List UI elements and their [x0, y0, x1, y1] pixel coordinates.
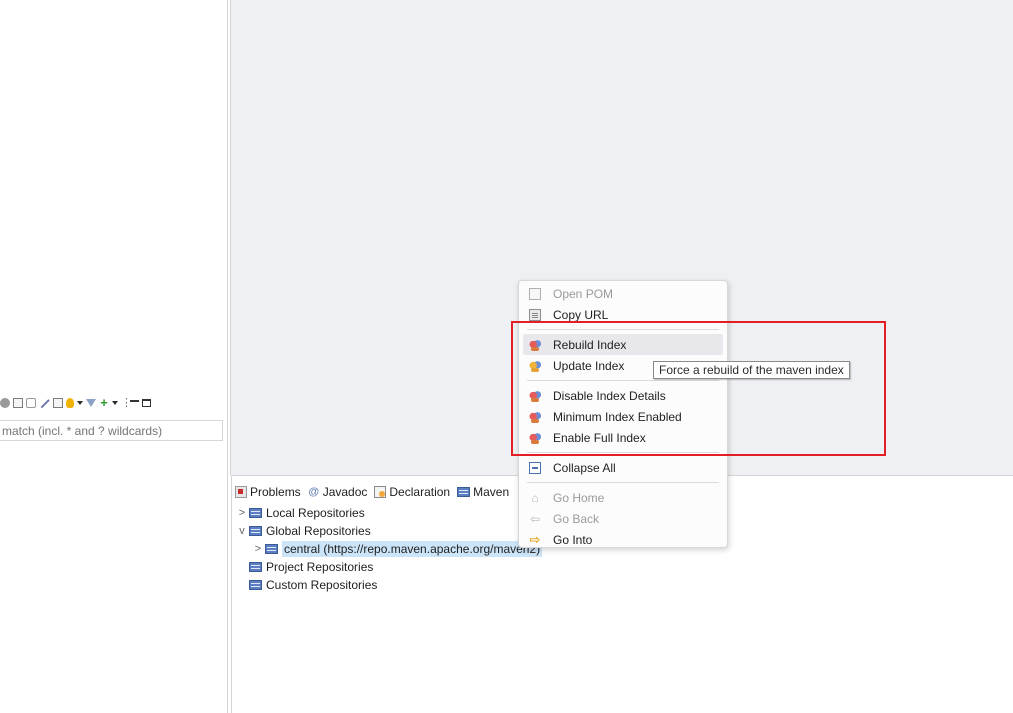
menu-item-go-home[interactable]: ⌂ Go Home — [519, 487, 727, 508]
outline-panel: + ⋮ — [0, 0, 228, 713]
bulb-icon[interactable] — [66, 398, 74, 408]
menu-item-label: Open POM — [553, 286, 614, 301]
menu-item-label: Disable Index Details — [553, 388, 666, 403]
pom-file-icon — [529, 287, 541, 300]
filter-input[interactable] — [0, 420, 223, 441]
expand-arrow-icon[interactable]: > — [251, 543, 265, 555]
menu-item-minimum-index-enabled[interactable]: Minimum Index Enabled — [519, 406, 727, 427]
tree-item-label: central (https://repo.maven.apache.org/m… — [282, 541, 543, 557]
pencil-icon[interactable] — [39, 397, 50, 409]
tree-item-label: Global Repositories — [266, 524, 371, 538]
tab-label: Maven — [473, 485, 510, 499]
tree-item-project-repositories[interactable]: Project Repositories — [235, 558, 995, 576]
collapse-arrow-icon[interactable]: v — [235, 525, 249, 537]
menu-separator — [527, 452, 719, 453]
repository-icon — [249, 526, 262, 536]
menu-item-label: Copy URL — [553, 307, 609, 322]
menu-item-label: Rebuild Index — [553, 337, 627, 352]
hierarchy-icon[interactable] — [26, 398, 36, 408]
tab-label: Javadoc — [322, 485, 368, 499]
menu-item-label: Minimum Index Enabled — [553, 409, 682, 424]
collapse-icon[interactable] — [13, 398, 23, 408]
declaration-icon — [374, 486, 387, 498]
dropdown-icon[interactable] — [77, 401, 83, 405]
home-icon: ⌂ — [531, 490, 539, 505]
menu-item-disable-index-details[interactable]: Disable Index Details — [519, 385, 727, 406]
menu-item-label: Collapse All — [553, 460, 616, 475]
add-icon[interactable]: + — [99, 396, 109, 409]
menu-item-label: Go Into — [553, 532, 593, 547]
tab-maven-repositories[interactable]: Maven — [454, 481, 514, 503]
menu-separator — [527, 329, 719, 330]
menu-item-label: Enable Full Index — [553, 430, 646, 445]
repository-icon — [249, 508, 262, 518]
repository-icon — [249, 580, 262, 590]
menu-separator — [527, 482, 719, 483]
tree-item-label: Custom Repositories — [266, 578, 378, 592]
minimize-icon[interactable] — [130, 400, 139, 402]
tree-item-label: Local Repositories — [266, 506, 365, 520]
sync-icon[interactable] — [0, 398, 10, 408]
menu-item-open-pom[interactable]: Open POM — [519, 283, 727, 304]
tab-declaration[interactable]: Declaration — [371, 481, 454, 503]
tooltip: Force a rebuild of the maven index — [653, 361, 850, 379]
maven-index-icon — [529, 338, 541, 351]
go-into-arrow-icon: ⇨ — [529, 531, 541, 547]
maven-index-update-icon — [529, 359, 541, 372]
tree-item-label: Project Repositories — [266, 560, 374, 574]
maven-index-icon — [529, 389, 541, 402]
tab-javadoc[interactable]: @ Javadoc — [305, 481, 372, 503]
view-icon[interactable] — [53, 398, 63, 408]
menu-item-label: Go Back — [553, 511, 600, 526]
context-menu: Open POM Copy URL Rebuild Index Update I… — [518, 280, 728, 548]
expand-arrow-icon[interactable]: > — [235, 507, 249, 519]
menu-separator — [527, 380, 719, 381]
repository-icon — [265, 544, 278, 554]
copy-icon — [529, 308, 541, 321]
menu-item-rebuild-index[interactable]: Rebuild Index — [523, 334, 723, 355]
maven-repositories-icon — [457, 487, 471, 497]
menu-item-collapse-all[interactable]: Collapse All — [519, 457, 727, 478]
collapse-all-icon — [529, 461, 541, 474]
view-tab-bar: Problems @ Javadoc Declaration Maven — [232, 481, 514, 503]
tab-label: Declaration — [389, 485, 451, 499]
maven-index-icon — [529, 410, 541, 423]
back-arrow-icon: ⇦ — [529, 511, 541, 526]
menu-item-label: Update Index — [553, 358, 625, 373]
view-menu-icon[interactable]: ⋮ — [121, 398, 132, 409]
filter-icon[interactable] — [86, 399, 96, 407]
menu-item-copy-url[interactable]: Copy URL — [519, 304, 727, 325]
tab-label: Problems — [250, 485, 301, 499]
menu-item-go-into[interactable]: ⇨ Go Into — [519, 529, 727, 550]
tab-problems[interactable]: Problems — [232, 481, 305, 503]
tree-item-custom-repositories[interactable]: Custom Repositories — [235, 576, 995, 594]
menu-item-enable-full-index[interactable]: Enable Full Index — [519, 427, 727, 448]
problems-icon — [235, 486, 247, 498]
outline-toolbar: + ⋮ — [0, 393, 228, 413]
menu-item-go-back[interactable]: ⇦ Go Back — [519, 508, 727, 529]
maximize-icon[interactable] — [142, 399, 151, 407]
maven-index-icon — [529, 431, 541, 444]
javadoc-icon: @ — [308, 486, 320, 498]
dropdown-icon[interactable] — [112, 401, 118, 405]
repository-icon — [249, 562, 262, 572]
menu-item-label: Go Home — [553, 490, 605, 505]
